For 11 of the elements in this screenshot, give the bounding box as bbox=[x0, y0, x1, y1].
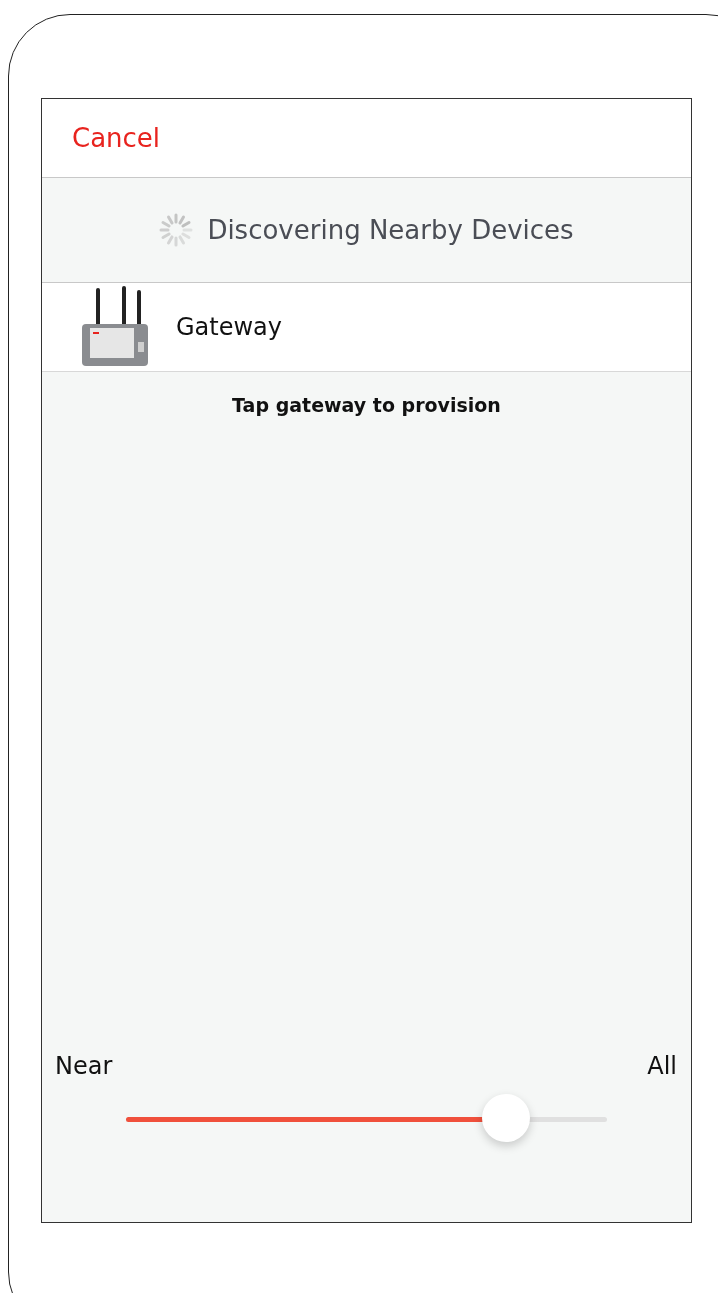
range-slider[interactable] bbox=[126, 1094, 607, 1144]
all-label: All bbox=[647, 1052, 677, 1080]
gateway-device-icon bbox=[80, 286, 150, 368]
cancel-button[interactable]: Cancel bbox=[72, 123, 161, 153]
spinner-icon bbox=[159, 213, 194, 247]
hint-text: Tap gateway to provision bbox=[231, 394, 502, 416]
near-label: Near bbox=[55, 1052, 113, 1080]
device-name: Gateway bbox=[176, 313, 283, 341]
device-row[interactable]: Gateway bbox=[42, 283, 691, 372]
slider-thumb[interactable] bbox=[482, 1094, 530, 1142]
discovery-status: Discovering Nearby Devices bbox=[207, 215, 574, 245]
